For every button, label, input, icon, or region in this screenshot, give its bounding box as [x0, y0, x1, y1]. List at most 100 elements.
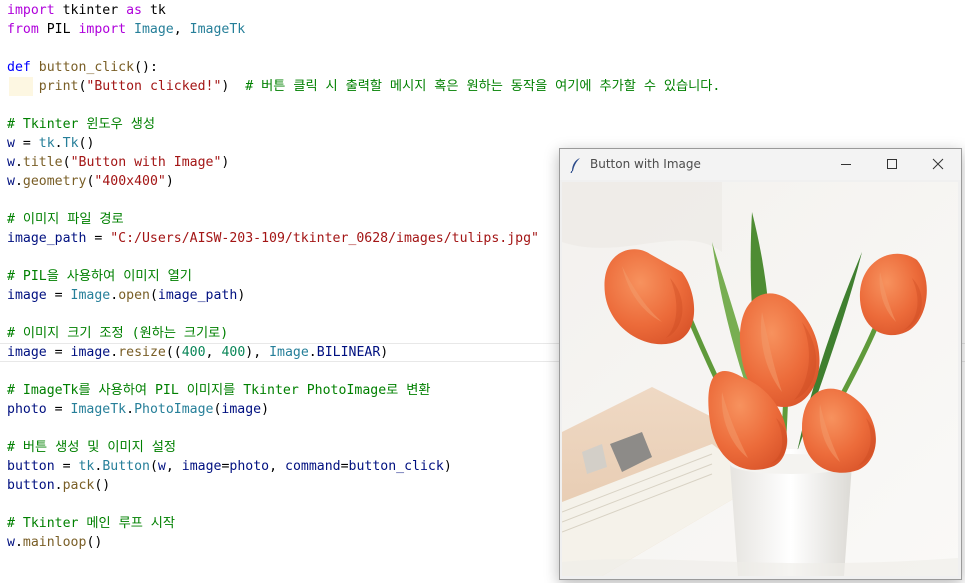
code-token: "Button with Image" [70, 155, 222, 170]
code-token: image_path [157, 288, 238, 303]
code-token: Image [126, 22, 174, 37]
code-token: pack [62, 478, 95, 493]
code-token: ), [245, 345, 270, 360]
code-token: print [38, 79, 79, 94]
code-token: . [110, 288, 119, 303]
code-token: Button [102, 459, 150, 474]
code-token: image_path [7, 231, 87, 246]
code-token: . [54, 478, 63, 493]
code-token: command [285, 459, 341, 474]
code-token: Image [269, 345, 309, 360]
code-token: mainloop [22, 535, 87, 550]
code-line[interactable]: image = image.resize((400, 400), Image.B… [7, 343, 388, 362]
code-line[interactable]: # 이미지 파일 경로 [7, 210, 124, 229]
code-token: # ImageTk를 사용하여 PIL 이미지를 Tkinter PhotoIm… [7, 383, 431, 398]
code-line[interactable]: w.title("Button with Image") [7, 153, 229, 172]
code-line[interactable]: # ImageTk를 사용하여 PIL 이미지를 Tkinter PhotoIm… [7, 381, 430, 400]
code-line[interactable]: print("Button clicked!") # 버튼 클릭 시 출력할 메… [7, 77, 721, 96]
code-line[interactable]: button.pack() [7, 476, 110, 495]
code-token: = [340, 459, 349, 474]
close-icon [932, 158, 944, 170]
code-token: ) [443, 459, 452, 474]
code-token: # Tkinter 윈도우 생성 [7, 117, 155, 132]
code-line[interactable]: photo = ImageTk.PhotoImage(image) [7, 400, 269, 419]
code-token: ImageTk [189, 22, 246, 37]
code-line[interactable]: w = tk.Tk() [7, 134, 94, 153]
code-token: tk [38, 136, 55, 151]
image-button[interactable] [562, 182, 958, 576]
code-token: , [205, 345, 222, 360]
code-line[interactable]: # 버튼 생성 및 이미지 설정 [7, 438, 176, 457]
code-token: "400x400" [94, 174, 166, 189]
code-token: w [157, 459, 166, 474]
tkinter-window[interactable]: Button with Image [559, 148, 962, 580]
tulips-image [562, 182, 958, 576]
code-token: Image [70, 288, 111, 303]
code-token: ( [62, 155, 71, 170]
code-token: ) [261, 402, 270, 417]
code-token: # 이미지 크기 조정 (원하는 크기로) [7, 326, 229, 341]
code-token: resize [118, 345, 166, 360]
code-token: . [14, 174, 23, 189]
code-token: = [46, 288, 71, 303]
code-token: tkinter [54, 3, 127, 18]
minimize-button[interactable] [823, 149, 869, 180]
code-token: image [7, 288, 47, 303]
code-token: import [7, 3, 55, 18]
code-token: PIL [38, 22, 79, 37]
code-line[interactable]: # PIL을 사용하여 이미지 열기 [7, 267, 192, 286]
code-token: . [14, 535, 23, 550]
code-token: from [7, 22, 39, 37]
code-line[interactable]: # 이미지 크기 조정 (원하는 크기로) [7, 324, 228, 343]
code-token: BILINEAR [316, 345, 381, 360]
code-line[interactable]: button = tk.Button(w, image=photo, comma… [7, 457, 452, 476]
window-titlebar[interactable]: Button with Image [560, 149, 961, 180]
code-token: image [181, 459, 222, 474]
code-token: button [7, 478, 55, 493]
code-token: w [7, 136, 15, 151]
code-token: ( [149, 459, 158, 474]
code-token: # PIL을 사용하여 이미지 열기 [7, 269, 192, 284]
code-token: (( [165, 345, 182, 360]
code-token: tk [142, 3, 166, 18]
feather-icon [570, 158, 580, 173]
code-token: . [308, 345, 317, 360]
code-line[interactable]: # Tkinter 메인 루프 시작 [7, 514, 175, 533]
code-token: , [165, 459, 182, 474]
code-token: as [126, 3, 142, 18]
code-line[interactable]: # Tkinter 윈도우 생성 [7, 115, 155, 134]
code-token: 400 [221, 345, 246, 360]
code-token: image [221, 402, 262, 417]
code-line[interactable]: w.mainloop() [7, 533, 102, 552]
code-token: title [22, 155, 63, 170]
code-token: "Button clicked!" [86, 79, 222, 94]
code-line[interactable]: def button_click(): [7, 58, 158, 77]
code-token: . [126, 402, 135, 417]
code-token: "C:/Users/AISW-203-109/tkinter_0628/imag… [110, 231, 539, 246]
code-token: button_click [38, 60, 135, 75]
code-token: ) [221, 79, 246, 94]
code-line[interactable]: image_path = "C:/Users/AISW-203-109/tkin… [7, 229, 539, 248]
code-token: ) [165, 174, 174, 189]
code-token: open [118, 288, 150, 303]
code-token: # 이미지 파일 경로 [7, 212, 124, 227]
code-token: ImageTk [70, 402, 127, 417]
window-title: Button with Image [590, 157, 701, 171]
code-token: button [7, 459, 55, 474]
code-token: ) [380, 345, 389, 360]
maximize-button[interactable] [869, 149, 915, 180]
code-token: = [54, 459, 79, 474]
code-line[interactable]: image = Image.open(image_path) [7, 286, 245, 305]
code-token: () [86, 535, 103, 550]
code-token: w [7, 535, 15, 550]
code-token: (): [134, 60, 158, 75]
code-token: PhotoImage [134, 402, 214, 417]
code-line[interactable]: from PIL import Image, ImageTk [7, 20, 245, 39]
code-line[interactable]: import tkinter as tk [7, 1, 166, 20]
code-token: ) [221, 155, 230, 170]
code-line[interactable]: w.geometry("400x400") [7, 172, 174, 191]
code-token: ( [149, 288, 158, 303]
close-button[interactable] [915, 149, 961, 180]
code-token: = [46, 345, 71, 360]
